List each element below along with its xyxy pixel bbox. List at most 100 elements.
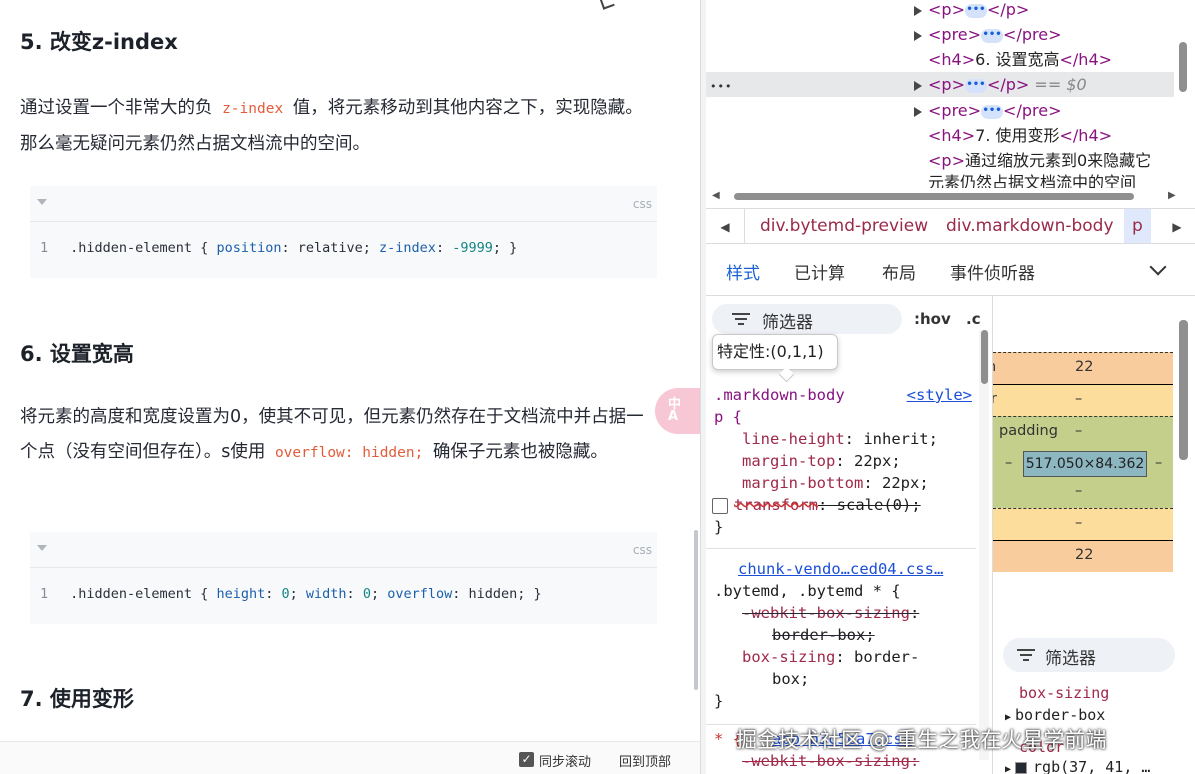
dom-node-p-selected[interactable]: ••• <p>•••</p> == $0 [706, 72, 1174, 97]
row-actions-icon[interactable]: ••• [710, 74, 914, 99]
rule-selector[interactable]: .bytemd, .bytemd * { [706, 580, 976, 602]
code-line: 1 .hidden-element { height: 0; width: 0; … [40, 586, 542, 602]
color-swatch[interactable] [1015, 761, 1028, 774]
inline-code-overflow: overflow: hidden; [274, 445, 424, 461]
computed-prop-value[interactable]: ▶ rgb(37, 41, … [1005, 758, 1150, 774]
tab-styles[interactable]: 样式 [726, 259, 760, 284]
divider [744, 209, 745, 243]
tab-event-listeners[interactable]: 事件侦听器 [950, 259, 1035, 284]
dom-node-pre[interactable]: <pre>•••</pre> [706, 98, 1195, 123]
css-declaration-overridden[interactable]: -webkit-box-sizing: [706, 602, 976, 624]
section-6-paragraph: 将元素的高度和宽度设置为0，使其不可见，但元素仍然存在于文档流中并占据一个点（没… [20, 407, 644, 462]
breadcrumb-item-active[interactable]: p [1124, 209, 1151, 243]
scroll-right-icon[interactable]: ▶ [1168, 190, 1176, 201]
cls-toggle-button[interactable]: .c [966, 310, 981, 328]
scroll-left-icon[interactable]: ◀ [712, 190, 720, 201]
section-5-paragraph: 通过设置一个非常大的负 z-index 值，将元素移动到其他内容之下，实现隐藏。… [20, 98, 643, 154]
padding-top-value[interactable]: – [1075, 423, 1082, 439]
css-declaration[interactable]: margin-bottom: 22px; [706, 472, 976, 494]
box-model-content[interactable]: 517.050×84.362 [1023, 451, 1147, 477]
breadcrumb-prev-icon[interactable]: ◀ [710, 211, 740, 243]
computed-prop-value[interactable]: ▶ border-box [1005, 706, 1105, 724]
code-block-header: css [30, 532, 657, 568]
dom-node-h4[interactable]: <h4>7. 使用变形</h4> [706, 123, 1195, 148]
breadcrumb-next-icon[interactable]: ▶ [1162, 211, 1192, 243]
css-declaration[interactable]: margin-top: 22px; [706, 450, 976, 472]
code-line: 1 .hidden-element { position: relative; z… [40, 240, 518, 256]
ellipsis-badge[interactable]: ••• [964, 3, 987, 18]
padding-bottom-value[interactable]: – [1075, 483, 1082, 499]
collapse-caret-icon[interactable] [37, 545, 47, 551]
collapse-caret-icon[interactable] [37, 199, 47, 205]
padding-left-value[interactable]: – [1005, 455, 1012, 471]
specificity-tooltip: 特定性:(0,1,1) [712, 334, 838, 370]
tab-computed[interactable]: 已计算 [794, 259, 845, 284]
line-number: 1 [40, 586, 49, 602]
translate-badge[interactable]: 中A [655, 388, 700, 434]
ellipsis-badge[interactable]: ••• [981, 104, 1004, 119]
computed-filter-input[interactable]: 筛选器 [1003, 638, 1175, 672]
filter-icon [732, 313, 750, 325]
computed-prop-name[interactable]: box-sizing [1019, 684, 1109, 702]
article-pane: 5. 改变z-index 通过设置一个非常大的负 z-index 值，将元素移动… [0, 0, 700, 774]
sync-scroll-label[interactable]: 同步滚动 [539, 751, 591, 770]
margin-top-value[interactable]: 22 [1075, 359, 1093, 375]
box-model-margin[interactable]: margin 22 [993, 352, 1173, 384]
section-heading-5: 5. 改变z-index [20, 30, 178, 54]
box-model-padding[interactable]: padding – – 517.050×84.362 – – [993, 416, 1173, 508]
mouse-cursor-icon [599, 0, 615, 10]
code-block-header: css [30, 186, 657, 222]
expand-triangle-icon[interactable] [914, 30, 922, 41]
hscroll-thumb[interactable] [734, 193, 1134, 200]
code-block-6: css 1 .hidden-element { height: 0; width:… [30, 532, 657, 624]
filter-icon [1017, 649, 1035, 661]
section-heading-6: 6. 设置宽高 [20, 342, 134, 366]
article-scrollbar[interactable] [694, 530, 698, 690]
expand-triangle-icon[interactable]: ▶ [1005, 764, 1011, 774]
divider [706, 548, 976, 549]
chevron-down-icon[interactable] [1149, 258, 1167, 276]
back-to-top-link[interactable]: 回到顶部 [619, 751, 671, 770]
styles-scrollbar[interactable] [979, 330, 989, 760]
expand-triangle-icon[interactable] [914, 106, 922, 117]
expand-triangle-icon[interactable] [914, 80, 922, 91]
padding-right-value[interactable]: – [1155, 455, 1162, 471]
dom-node-p[interactable]: <p>•••</p> [706, 0, 1195, 22]
article-bottom-bar: ✓ 同步滚动 回到顶部 [0, 741, 700, 774]
styles-filter-input[interactable]: 筛选器 [712, 304, 902, 334]
watermark: 掘金技术社区 @ 重生之我在火星学前端 [736, 728, 1107, 752]
breadcrumb-item[interactable]: div.bytemd-preview [760, 209, 928, 243]
dom-node-h4[interactable]: <h4>6. 设置宽高</h4> [706, 47, 1195, 72]
inline-code-z-index: z-index [222, 101, 284, 117]
tab-layout[interactable]: 布局 [882, 259, 916, 284]
expand-triangle-icon[interactable]: ▶ [1005, 712, 1011, 723]
ellipsis-badge[interactable]: ••• [964, 78, 987, 93]
sync-scroll-checkbox[interactable]: ✓ [519, 752, 534, 767]
css-declaration[interactable]: box-sizing: border- [706, 646, 976, 668]
scroll-thumb[interactable] [981, 330, 988, 384]
styles-pane: 筛选器 :hov .c 特定性:(0,1,1) .markdown-body <… [706, 296, 992, 774]
dom-tree-vscroll[interactable] [1179, 42, 1187, 92]
code-block-5: css 1 .hidden-element { position: relativ… [30, 186, 657, 278]
dom-node-pre[interactable]: <pre>•••</pre> [706, 22, 1195, 47]
ellipsis-badge[interactable]: ••• [981, 28, 1004, 43]
rule-source-link[interactable]: chunk-vendo…ced04.css… [706, 558, 976, 580]
box-model-border-bottom[interactable]: – [993, 508, 1173, 540]
border-value[interactable]: – [1075, 391, 1082, 407]
computed-pane: margin 22 border – padding – – 517.050×8… [992, 296, 1195, 774]
rule-source-link[interactable]: <style> [907, 384, 972, 406]
computed-scrollbar[interactable] [1179, 320, 1188, 460]
css-declaration[interactable]: line-height: inherit; [706, 428, 976, 450]
hov-toggle-button[interactable]: :hov [914, 310, 951, 328]
expand-triangle-icon[interactable] [914, 5, 922, 16]
devtools-panel: <p>•••</p> <pre>•••</pre> <h4>6. 设置宽高</h… [706, 0, 1195, 774]
dom-node-text: 元素仍然占据文档流中的空间 [928, 173, 1137, 188]
declaration-checkbox[interactable] [712, 497, 728, 514]
box-model-margin-bottom[interactable]: 22 [993, 540, 1173, 572]
css-rule-markdown-body-p: .markdown-body <style> p { line-height: … [706, 384, 976, 538]
dom-tree-hscroll[interactable]: ◀ ▶ [706, 188, 1181, 204]
line-number: 1 [40, 240, 49, 256]
css-declaration-disabled[interactable]: transform: scale(0); [706, 494, 976, 516]
breadcrumb-item[interactable]: div.markdown-body [946, 209, 1114, 243]
box-model-border[interactable]: border – [993, 384, 1173, 416]
